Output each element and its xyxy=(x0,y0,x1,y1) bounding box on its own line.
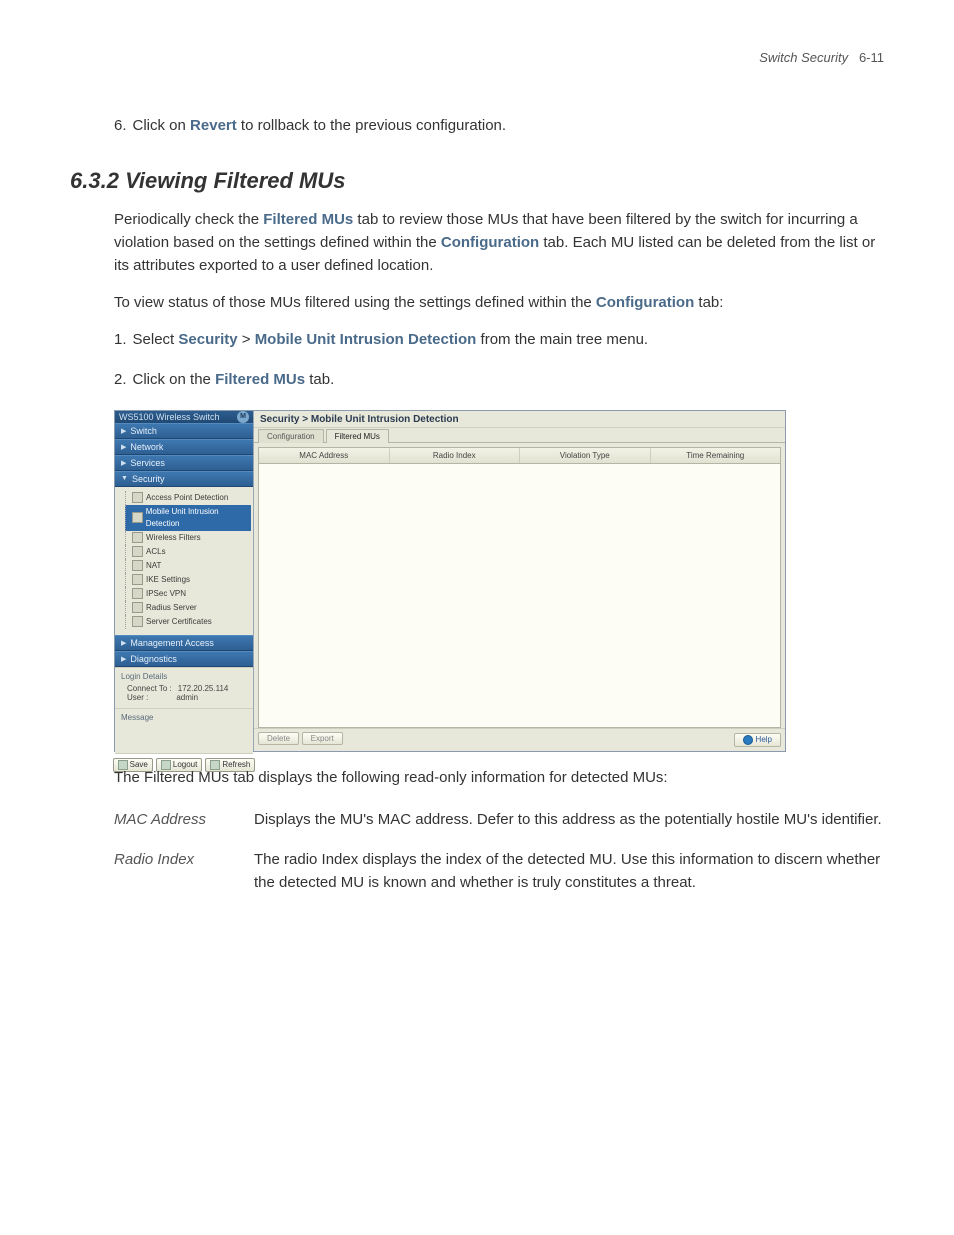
node-icon xyxy=(132,616,143,627)
node-icon xyxy=(132,574,143,585)
sidebar: WS5100 Wireless Switch M ▶Switch ▶Networ… xyxy=(115,411,254,751)
node-icon xyxy=(132,512,143,523)
brand-label: WS5100 Wireless Switch xyxy=(119,412,220,422)
header-title: Switch Security xyxy=(759,50,848,65)
node-icon xyxy=(132,492,143,503)
page-header: Switch Security 6-11 xyxy=(70,50,884,65)
table: MAC Address Radio Index Violation Type T… xyxy=(258,447,781,728)
node-icon xyxy=(132,602,143,613)
footer-bar: Delete Export Help xyxy=(254,728,785,751)
chevron-right-icon: ▶ xyxy=(121,639,126,647)
table-header: MAC Address Radio Index Violation Type T… xyxy=(259,448,780,464)
tree-access-point-detection[interactable]: Access Point Detection xyxy=(125,491,251,505)
tabs: Configuration Filtered MUs xyxy=(254,428,785,443)
table-body xyxy=(259,464,780,727)
definition-table: MAC Address Displays the MU's MAC addres… xyxy=(114,809,884,895)
col-mac-address[interactable]: MAC Address xyxy=(259,448,390,463)
tree-wireless-filters[interactable]: Wireless Filters xyxy=(125,531,251,545)
message-box: Message xyxy=(115,708,253,753)
sidebar-item-switch[interactable]: ▶Switch xyxy=(115,423,253,439)
main-panel: Security > Mobile Unit Intrusion Detecti… xyxy=(254,411,785,751)
revert-term: Revert xyxy=(190,117,237,134)
help-button[interactable]: Help xyxy=(734,733,781,747)
brand-bar: WS5100 Wireless Switch M xyxy=(115,411,253,423)
step-6: 6.Click on Revert to rollback to the pre… xyxy=(114,115,884,138)
tab-configuration[interactable]: Configuration xyxy=(258,429,324,443)
def-radio-index: Radio Index The radio Index displays the… xyxy=(114,849,884,894)
chevron-down-icon: ▼ xyxy=(121,475,128,482)
security-tree: Access Point Detection Mobile Unit Intru… xyxy=(115,487,253,635)
sidebar-item-management-access[interactable]: ▶Management Access xyxy=(115,635,253,651)
col-radio-index[interactable]: Radio Index xyxy=(390,448,521,463)
node-icon xyxy=(132,588,143,599)
export-button[interactable]: Export xyxy=(302,732,343,745)
breadcrumb: Security > Mobile Unit Intrusion Detecti… xyxy=(254,411,785,428)
tab-filtered-mus[interactable]: Filtered MUs xyxy=(326,429,389,443)
node-icon xyxy=(132,532,143,543)
tree-ike-settings[interactable]: IKE Settings xyxy=(125,573,251,587)
col-time-remaining[interactable]: Time Remaining xyxy=(651,448,781,463)
header-pagenum: 6-11 xyxy=(859,50,884,65)
step-1: 1.Select Security > Mobile Unit Intrusio… xyxy=(114,329,884,352)
tree-nat[interactable]: NAT xyxy=(125,559,251,573)
sidebar-item-security[interactable]: ▼Security xyxy=(115,471,253,487)
paragraph-intro: Periodically check the Filtered MUs tab … xyxy=(114,208,884,278)
login-details: Login Details Connect To :172.20.25.114 … xyxy=(115,667,253,708)
tree-ipsec-vpn[interactable]: IPSec VPN xyxy=(125,587,251,601)
section-heading: 6.3.2 Viewing Filtered MUs xyxy=(70,168,884,194)
sidebar-item-diagnostics[interactable]: ▶Diagnostics xyxy=(115,651,253,667)
node-icon xyxy=(132,560,143,571)
page: Switch Security 6-11 6.Click on Revert t… xyxy=(0,0,954,962)
tree-mobile-unit-intrusion-detection[interactable]: Mobile Unit Intrusion Detection xyxy=(125,505,251,531)
node-icon xyxy=(132,546,143,557)
sidebar-item-network[interactable]: ▶Network xyxy=(115,439,253,455)
tree-acls[interactable]: ACLs xyxy=(125,545,251,559)
delete-button[interactable]: Delete xyxy=(258,732,299,745)
col-violation-type[interactable]: Violation Type xyxy=(520,448,651,463)
help-icon xyxy=(743,735,753,745)
app-screenshot: WS5100 Wireless Switch M ▶Switch ▶Networ… xyxy=(70,410,884,752)
tree-radius-server[interactable]: Radius Server xyxy=(125,601,251,615)
def-mac-address: MAC Address Displays the MU's MAC addres… xyxy=(114,809,884,832)
chevron-right-icon: ▶ xyxy=(121,443,126,451)
tree-server-certificates[interactable]: Server Certificates xyxy=(125,615,251,629)
brand-logo-icon: M xyxy=(237,411,249,423)
paragraph-lead: To view status of those MUs filtered usi… xyxy=(114,291,884,314)
chevron-right-icon: ▶ xyxy=(121,427,126,435)
sidebar-item-services[interactable]: ▶Services xyxy=(115,455,253,471)
caption: The Filtered MUs tab displays the follow… xyxy=(114,766,884,789)
step-2: 2.Click on the Filtered MUs tab. xyxy=(114,369,884,392)
chevron-right-icon: ▶ xyxy=(121,459,126,467)
chevron-right-icon: ▶ xyxy=(121,655,126,663)
app-window: WS5100 Wireless Switch M ▶Switch ▶Networ… xyxy=(114,410,786,752)
